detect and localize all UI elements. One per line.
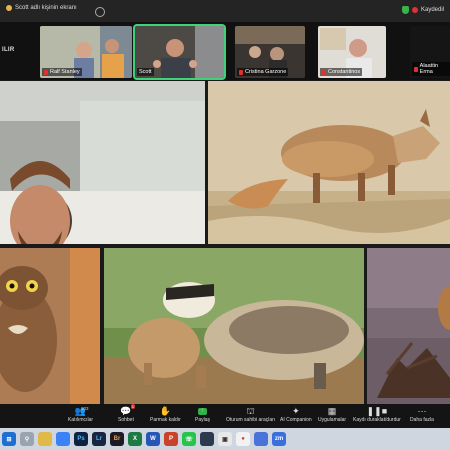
participant-tile[interactable]: Cristina Garzone [235, 26, 305, 78]
participant-tile[interactable]: Alaattin Erma [410, 26, 450, 78]
whatsapp-icon[interactable]: ☏ [182, 432, 196, 446]
participants-button[interactable]: 👥 303 Katılımcılar [68, 406, 93, 423]
ai-companion-button[interactable]: ✦ AI Companion [280, 406, 312, 423]
window-title: Scott adlı kişinin ekranı [6, 5, 77, 11]
windows-taskbar: ⊞ ⚲ Ps Lr Br X W P ☏ ▣ ● zm [0, 428, 450, 450]
record-dot-icon [411, 7, 418, 13]
pause-stop-recording-button[interactable]: ❚❚■ Kaydı duraklat/durdur [353, 406, 401, 423]
chrome-icon[interactable]: ● [236, 432, 250, 446]
host-tools-button[interactable]: ⛫ Oturum sahibi araçları [226, 405, 275, 424]
shield-icon: ⛫ [246, 405, 255, 416]
mic-muted-icon [239, 69, 243, 75]
mic-muted-icon [414, 66, 418, 72]
share-indicator-icon [6, 5, 12, 11]
photoshop-icon[interactable]: Ps [74, 432, 88, 446]
search-icon[interactable]: ⚲ [20, 432, 34, 446]
participant-tile-active[interactable]: Scott [133, 24, 226, 80]
file-explorer-icon[interactable] [38, 432, 52, 446]
more-icon: ⋯ [417, 406, 427, 416]
chat-icon: 💬 1 [120, 404, 135, 416]
app-icon[interactable] [56, 432, 70, 446]
word-icon[interactable]: W [146, 432, 160, 446]
photo-badger [104, 248, 364, 404]
sparkle-icon: ✦ [292, 406, 300, 416]
minimize-icon[interactable] [95, 7, 105, 17]
share-button[interactable]: ↑ Paylaş [195, 406, 210, 423]
participant-strip: ILIR Ralf Stanley Scott Cristina Garzone… [0, 22, 450, 80]
photo-fox [208, 81, 450, 244]
strip-label: ILIR [2, 47, 15, 53]
lightroom-icon[interactable]: Lr [92, 432, 106, 446]
photo-owl [0, 248, 100, 404]
app-icon[interactable] [200, 432, 214, 446]
mic-muted-icon [44, 69, 48, 75]
bridge-icon[interactable]: Br [110, 432, 124, 446]
mic-muted-icon [322, 69, 326, 75]
apps-icon: ▦ [327, 406, 337, 416]
more-button[interactable]: ⋯ Daha fazla [410, 406, 434, 423]
hand-icon: ✋ [159, 406, 172, 416]
excel-icon[interactable]: X [128, 432, 142, 446]
apps-button[interactable]: ▦ Uygulamalar [318, 406, 346, 423]
photo-photographer [0, 81, 205, 244]
app-icon[interactable] [254, 432, 268, 446]
photo-bird-branch [367, 248, 450, 404]
recording-status[interactable]: Kaydedil [401, 6, 444, 14]
pause-stop-icon: ❚❚■ [366, 406, 388, 416]
chat-button[interactable]: 💬 1 Sohbet [118, 404, 135, 423]
zoom-icon[interactable]: zm [272, 432, 286, 446]
participant-tile[interactable]: Ralf Stanley [40, 26, 132, 78]
share-icon: ↑ [197, 406, 209, 417]
start-icon[interactable]: ⊞ [2, 432, 16, 446]
powerpoint-icon[interactable]: P [164, 432, 178, 446]
shield-icon [401, 6, 409, 14]
raise-hand-button[interactable]: ✋ Parmak kaldır [150, 406, 181, 423]
app-icon[interactable]: ▣ [218, 432, 232, 446]
participant-tile[interactable]: Constantinos [318, 26, 386, 78]
meeting-toolbar: 👥 303 Katılımcılar 💬 1 Sohbet ✋ Parmak ka… [0, 404, 450, 428]
title-bar: Scott adlı kişinin ekranı Kaydedil [0, 0, 450, 22]
